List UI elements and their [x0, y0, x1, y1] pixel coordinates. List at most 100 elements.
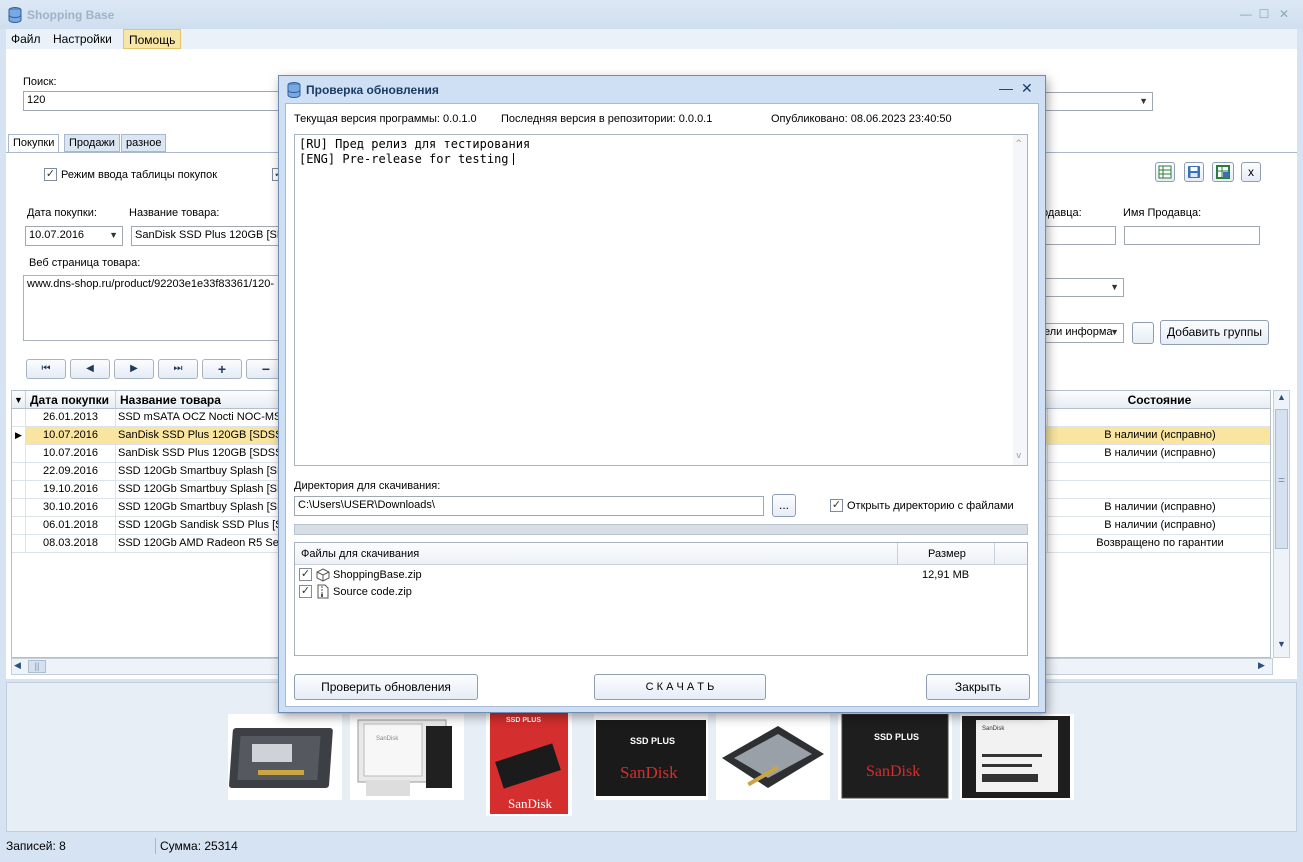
open-dir-checkbox[interactable]: ✓ — [830, 499, 843, 512]
scroll-up-icon[interactable]: ^ — [1016, 137, 1021, 152]
thumb-ssd-angle[interactable] — [716, 714, 830, 800]
tab-sales[interactable]: Продажи — [64, 134, 120, 152]
release-note-line: [RU] Пред релиз для тестирования — [299, 137, 531, 151]
download-progress-bar — [294, 524, 1028, 535]
excel-icon[interactable] — [1155, 162, 1175, 182]
file-size: 12,91 MB — [922, 569, 970, 581]
ssd-plus-label: SSD PLUS — [506, 717, 541, 724]
current-version: Текущая версия программы: 0.0.1.0 — [294, 113, 477, 125]
seller-name-input[interactable] — [1124, 226, 1260, 245]
tab-misc[interactable]: разное — [121, 134, 167, 152]
sum-total: Сумма: 25314 — [160, 839, 238, 853]
file-name: Source code.zip — [333, 586, 412, 598]
notes-scrollbar[interactable]: ^ v — [1013, 135, 1027, 465]
download-dir-input[interactable]: C:\Users\USER\Downloads\ — [294, 496, 764, 516]
zip-file-icon — [317, 584, 329, 599]
export-icon[interactable] — [1212, 162, 1234, 182]
cell-date: 26.01.2013 — [26, 409, 116, 427]
maximize-button[interactable]: ☐ — [1256, 6, 1272, 22]
status-divider — [155, 838, 156, 854]
records-count: Записей: 8 — [6, 839, 66, 853]
h-scroll-thumb[interactable]: || — [28, 660, 46, 673]
cell-date: 10.07.2016 — [26, 445, 116, 463]
update-dialog: Проверка обновления — ✕ Текущая версия п… — [278, 75, 1046, 713]
minimize-button[interactable]: — — [1238, 6, 1254, 22]
menu-settings[interactable]: Настройки — [48, 29, 117, 49]
dialog-body: Текущая версия программы: 0.0.1.0 Послед… — [285, 103, 1039, 707]
thumb-sandisk-box[interactable]: SSD PLUS SanDisk — [486, 712, 572, 816]
color-button[interactable] — [1132, 322, 1154, 344]
menu-help[interactable]: Помощь — [123, 29, 182, 49]
add-record-button[interactable]: + — [202, 359, 242, 379]
thumb-ssd-box-open[interactable]: SanDisk — [350, 714, 464, 800]
app-title: Shopping Base — [27, 8, 115, 22]
product-name-input[interactable]: SanDisk SSD Plus 120GB [SDSS — [131, 226, 281, 246]
ssd-plus-label: SSD PLUS — [630, 736, 675, 746]
scroll-right-icon[interactable]: ▶ — [1258, 660, 1270, 673]
column-header-date[interactable]: Дата покупки — [26, 391, 116, 409]
row-indicator — [12, 463, 26, 481]
close-dialog-button[interactable]: Закрыть — [926, 674, 1030, 700]
prev-record-button[interactable]: ◀ — [70, 359, 110, 379]
scroll-down-icon[interactable]: v — [1016, 449, 1021, 464]
menu-file[interactable]: Файл — [6, 29, 46, 49]
file-row[interactable]: ✓ Source code.zip — [295, 584, 1027, 601]
search-filter-select[interactable]: ▼ — [1040, 92, 1153, 111]
dialog-close-icon[interactable]: ✕ — [1021, 80, 1033, 97]
row-indicator-header[interactable]: ▼ — [12, 391, 26, 409]
status-bar: Записей: 8 Сумма: 25314 — [0, 836, 1303, 856]
title-bar: Shopping Base — ☐ ✕ — [0, 0, 1303, 29]
dialog-minimize-icon[interactable]: — — [999, 80, 1013, 96]
thumb-sandisk-front-2[interactable]: SSD PLUS SanDisk — [838, 713, 952, 800]
seller-input[interactable] — [1040, 226, 1116, 245]
thumb-sandisk-front-1[interactable]: SSD PLUS SanDisk — [594, 714, 708, 800]
column-header-state[interactable]: Состояние — [1048, 391, 1270, 409]
purchase-mode-checkbox[interactable]: ✓ — [44, 168, 57, 181]
close-button[interactable]: ✕ — [1276, 6, 1292, 22]
save-icon[interactable] — [1184, 162, 1204, 182]
tab-purchases[interactable]: Покупки — [8, 134, 60, 153]
add-groups-button[interactable]: Добавить группы — [1160, 320, 1269, 345]
cell-date: 19.10.2016 — [26, 481, 116, 499]
download-button[interactable]: С К А Ч А Т Ь — [594, 674, 766, 700]
file-row[interactable]: ✓ ShoppingBase.zip 12,91 MB — [295, 567, 1027, 584]
check-updates-button[interactable]: Проверить обновления — [294, 674, 478, 700]
search-input[interactable]: 120 — [23, 91, 283, 111]
release-notes-textarea[interactable]: [RU] Пред релиз для тестирования [ENG] P… — [294, 134, 1028, 466]
seller-name-label: Имя Продавца: — [1123, 207, 1202, 219]
thumb-ssd-label[interactable]: SanDisk — [960, 714, 1074, 800]
seller-label: одавца: — [1042, 207, 1082, 219]
cell-state — [1048, 409, 1270, 427]
scroll-left-icon[interactable]: ◀ — [14, 660, 26, 673]
web-page-label: Веб страница товара: — [29, 257, 141, 269]
cell-date: 10.07.2016 — [26, 427, 116, 445]
info-select[interactable]: ели информа ▼ — [1040, 323, 1124, 343]
scroll-thumb[interactable]: = — [1275, 409, 1288, 549]
files-header-name[interactable]: Файлы для скачивания — [295, 543, 898, 565]
purchase-date-label: Дата покупки: — [27, 207, 97, 219]
thumb-ssd-back[interactable] — [228, 714, 342, 800]
files-list: Файлы для скачивания Размер ✓ ShoppingBa… — [294, 542, 1028, 656]
package-icon — [316, 568, 330, 582]
browse-button[interactable]: ... — [772, 494, 796, 517]
files-header-size[interactable]: Размер — [898, 543, 995, 565]
scroll-up-icon[interactable]: ▲ — [1275, 392, 1288, 408]
current-row-arrow-icon: ▶ — [12, 427, 26, 445]
cell-state: В наличии (исправно) — [1104, 519, 1216, 531]
grid-vertical-scrollbar[interactable]: ▲ = ▼ — [1273, 390, 1290, 658]
next-record-button[interactable]: ▶ — [114, 359, 154, 379]
file-name: ShoppingBase.zip — [333, 569, 422, 581]
last-record-button[interactable]: ⏭ — [158, 359, 198, 379]
web-page-input[interactable]: www.dns-shop.ru/product/92203e1e33f83361… — [23, 275, 281, 341]
row-indicator — [12, 499, 26, 517]
sandisk-logo-text: SanDisk — [508, 796, 553, 811]
first-record-button[interactable]: ⏮ — [26, 359, 66, 379]
purchase-date-picker[interactable]: 10.07.2016 ▼ — [25, 226, 123, 246]
file-checkbox[interactable]: ✓ — [299, 585, 312, 598]
scroll-down-icon[interactable]: ▼ — [1275, 639, 1288, 655]
info-select-value: ели информа — [1044, 326, 1113, 338]
category-select[interactable]: ▼ — [1040, 278, 1124, 297]
cell-state: В наличии (исправно) — [1104, 429, 1216, 441]
clear-button[interactable]: x — [1241, 162, 1261, 182]
file-checkbox[interactable]: ✓ — [299, 568, 312, 581]
